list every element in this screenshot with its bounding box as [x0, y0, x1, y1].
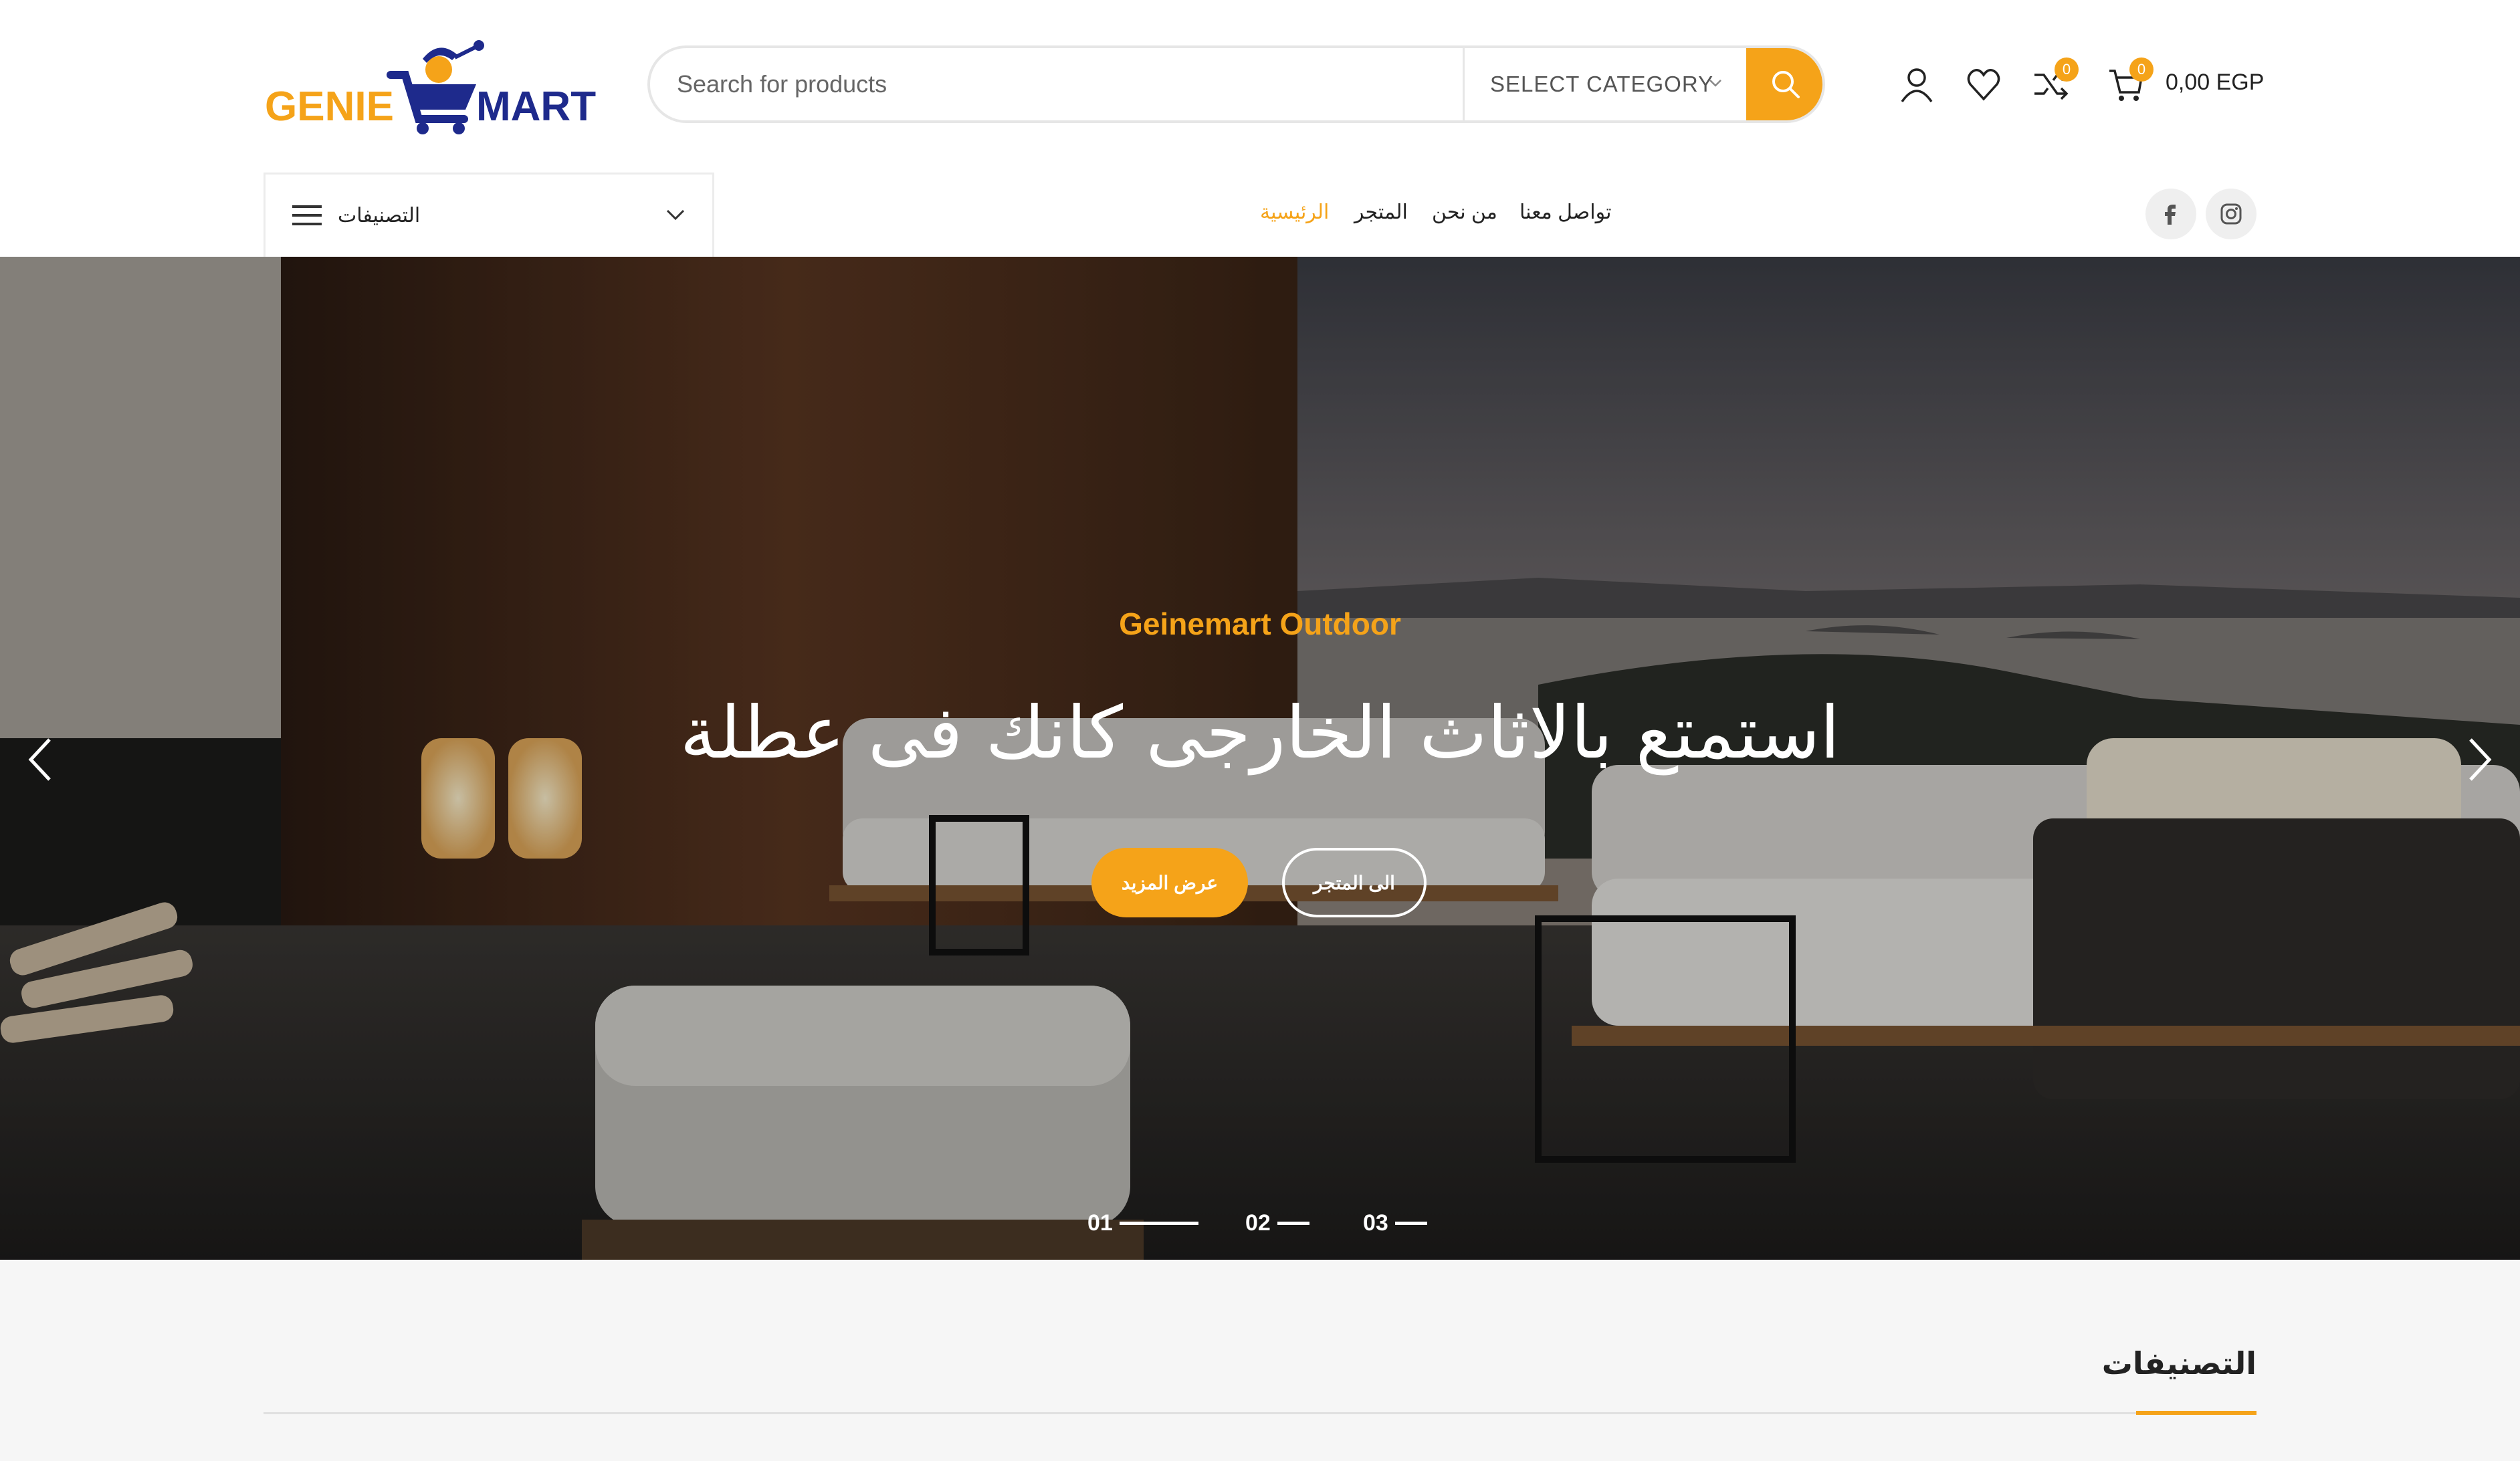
- category-select-label: SELECT CATEGORY: [1490, 72, 1714, 96]
- compare-count-badge: 0: [2055, 58, 2079, 82]
- site-header: GENIE MART SELECT CATEGORY: [0, 0, 2520, 257]
- svg-text:GENIE: GENIE: [265, 84, 394, 130]
- category-select[interactable]: SELECT CATEGORY: [1463, 48, 1750, 120]
- instagram-link[interactable]: [2206, 189, 2256, 239]
- slider-pagination: 01 02 03: [0, 1210, 2520, 1244]
- account-button[interactable]: [1897, 64, 1937, 104]
- slide-dot-1[interactable]: 01: [1087, 1210, 1198, 1236]
- cart-total[interactable]: 0,00 EGP: [2166, 70, 2264, 96]
- compare-button[interactable]: 0: [2030, 58, 2079, 104]
- facebook-icon: [2165, 205, 2176, 225]
- section-divider: [264, 1412, 2256, 1414]
- facebook-link[interactable]: [2145, 189, 2196, 239]
- slide-dot-label: 01: [1087, 1210, 1113, 1236]
- nav-item-home[interactable]: الرئيسية: [1260, 201, 1329, 224]
- slide-dot-label: 03: [1363, 1210, 1388, 1236]
- cart-button[interactable]: 0: [2105, 58, 2154, 104]
- chevron-right-icon[interactable]: [2460, 733, 2500, 786]
- search-icon: [1772, 71, 1800, 98]
- chevron-down-icon: [1709, 80, 1721, 87]
- search-button[interactable]: [1746, 48, 1822, 120]
- hero-subtitle: Geinemart Outdoor: [1119, 606, 1401, 641]
- user-icon: [1901, 68, 1933, 103]
- logo-graphic: GENIE MART: [265, 40, 596, 134]
- search-input[interactable]: [650, 48, 1459, 120]
- cart-count-badge: 0: [2129, 58, 2154, 82]
- wishlist-button[interactable]: [1964, 64, 2004, 104]
- site-logo[interactable]: GENIE MART: [264, 35, 598, 135]
- hero-title: استمتع بالاثاث الخارجى كانك فى عطلة: [679, 691, 1841, 775]
- slide-dot-2[interactable]: 02: [1245, 1210, 1309, 1236]
- instagram-icon: [2220, 203, 2242, 225]
- main-nav: الرئيسية المتجر من نحن تواصل معنا: [0, 201, 2520, 227]
- section-title-underline: [2136, 1411, 2256, 1415]
- heart-icon: [1967, 69, 2000, 101]
- hero-slider: Geinemart Outdoor استمتع بالاثاث الخارجى…: [0, 257, 2520, 1260]
- nav-item-about[interactable]: من نحن: [1432, 201, 1497, 224]
- chevron-left-icon[interactable]: [20, 733, 60, 786]
- slide-dot-3[interactable]: 03: [1363, 1210, 1427, 1236]
- categories-section: التصنيفات: [0, 1260, 2520, 1461]
- slide-dot-line: [1119, 1222, 1198, 1225]
- slide-dot-line: [1394, 1222, 1427, 1225]
- svg-text:MART: MART: [476, 84, 596, 130]
- view-more-button[interactable]: عرض المزيد: [1091, 848, 1248, 917]
- nav-item-shop[interactable]: المتجر: [1354, 201, 1408, 224]
- slide-dot-label: 02: [1245, 1210, 1271, 1236]
- slide-dot-line: [1277, 1222, 1309, 1225]
- go-to-shop-button[interactable]: الى المتجر: [1282, 848, 1427, 917]
- section-title: التصنيفات: [2101, 1345, 2256, 1381]
- search-bar: SELECT CATEGORY: [647, 45, 1825, 123]
- nav-item-contact[interactable]: تواصل معنا: [1519, 201, 1611, 224]
